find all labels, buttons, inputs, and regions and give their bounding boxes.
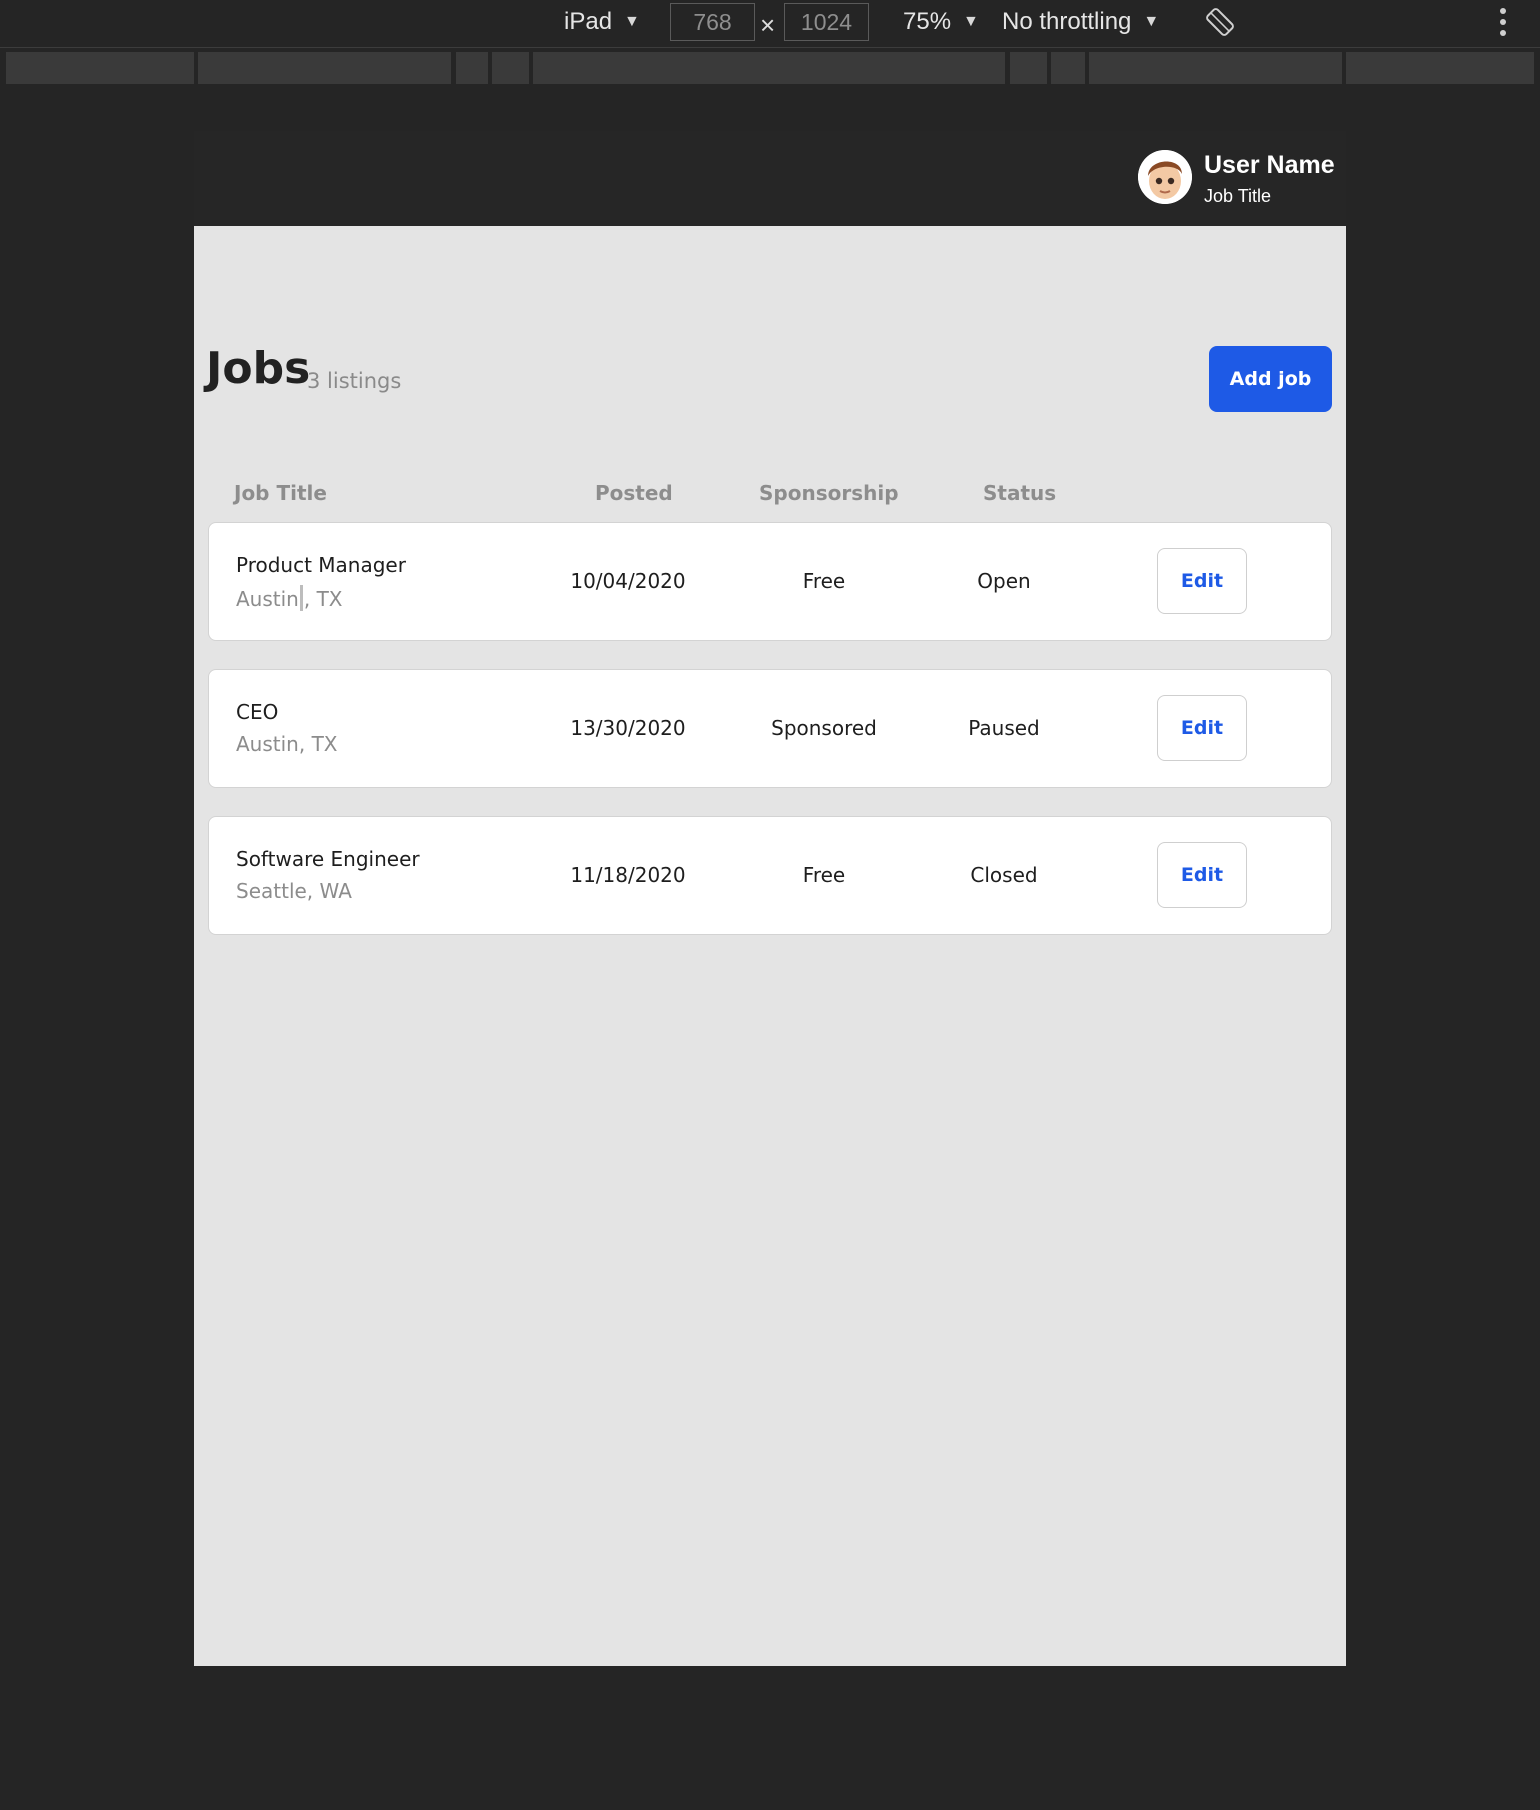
column-header-job-title: Job Title bbox=[234, 481, 327, 505]
devtools-device-toolbar: iPad ▼ 768 × 1024 75% ▼ No throttling ▼ bbox=[0, 0, 1540, 48]
job-title: Software Engineer bbox=[236, 847, 420, 871]
device-viewport: User Name Job Title Jobs 3 listings Add … bbox=[194, 131, 1346, 1666]
column-header-posted: Posted bbox=[595, 481, 673, 505]
job-sponsorship: Free bbox=[802, 863, 846, 887]
zoom-select[interactable]: 75% ▼ bbox=[903, 8, 979, 36]
avatar[interactable] bbox=[1138, 150, 1192, 204]
width-input[interactable]: 768 bbox=[670, 3, 755, 41]
user-job-title: Job Title bbox=[1204, 186, 1272, 206]
media-query-bar bbox=[0, 50, 1540, 86]
times-icon: × bbox=[760, 10, 776, 40]
media-query-segment[interactable] bbox=[1010, 52, 1047, 84]
job-location-state: , TX bbox=[303, 587, 343, 611]
column-header-status: Status bbox=[983, 481, 1057, 505]
job-location: Seattle, WA bbox=[236, 879, 352, 903]
media-query-segment[interactable] bbox=[1089, 52, 1342, 84]
job-title: Product Manager bbox=[236, 553, 406, 577]
column-header-sponsorship: Sponsorship bbox=[759, 481, 899, 505]
throttling-label: No throttling bbox=[1002, 8, 1132, 35]
edit-button[interactable]: Edit bbox=[1157, 548, 1247, 614]
device-caret-icon: ▼ bbox=[624, 13, 640, 30]
table-row: Product Manager Austin, TX 10/04/2020 Fr… bbox=[208, 522, 1332, 641]
job-location: Austin, TX bbox=[236, 732, 338, 756]
media-query-segment[interactable] bbox=[533, 52, 1005, 84]
rotate-icon[interactable] bbox=[1204, 6, 1236, 45]
top-navigation: User Name Job Title bbox=[194, 131, 1346, 226]
media-query-segment[interactable] bbox=[6, 52, 194, 84]
job-posted-date: 10/04/2020 bbox=[570, 569, 686, 593]
zoom-caret-icon: ▼ bbox=[963, 13, 979, 30]
job-sponsorship: Sponsored bbox=[771, 716, 877, 740]
throttling-select[interactable]: No throttling ▼ bbox=[1002, 8, 1159, 36]
avatar-face-icon bbox=[1138, 150, 1192, 204]
edit-button[interactable]: Edit bbox=[1157, 842, 1247, 908]
device-select[interactable]: iPad ▼ bbox=[564, 8, 640, 36]
media-query-segment[interactable] bbox=[1346, 52, 1534, 84]
job-status: Open bbox=[977, 569, 1031, 593]
height-input[interactable]: 1024 bbox=[784, 3, 869, 41]
job-sponsorship: Free bbox=[802, 569, 846, 593]
job-status: Closed bbox=[970, 863, 1038, 887]
page-title: Jobs bbox=[206, 343, 311, 394]
media-query-segment[interactable] bbox=[198, 52, 451, 84]
job-posted-date: 11/18/2020 bbox=[570, 863, 686, 887]
media-query-segment[interactable] bbox=[456, 52, 488, 84]
job-status: Paused bbox=[968, 716, 1040, 740]
add-job-button[interactable]: Add job bbox=[1209, 346, 1332, 412]
text-cursor bbox=[299, 585, 303, 611]
edit-button[interactable]: Edit bbox=[1157, 695, 1247, 761]
listing-count: 3 listings bbox=[307, 369, 402, 393]
throttling-caret-icon: ▼ bbox=[1143, 13, 1160, 30]
job-location-city: Austin bbox=[236, 587, 299, 611]
media-query-segment[interactable] bbox=[1051, 52, 1085, 84]
table-row: CEO Austin, TX 13/30/2020 Sponsored Paus… bbox=[208, 669, 1332, 788]
device-label: iPad bbox=[564, 8, 613, 35]
zoom-label: 75% bbox=[903, 8, 952, 35]
job-location: Austin, TX bbox=[236, 585, 343, 611]
job-title: CEO bbox=[236, 700, 279, 724]
kebab-menu-icon[interactable] bbox=[1500, 8, 1506, 36]
table-row: Software Engineer Seattle, WA 11/18/2020… bbox=[208, 816, 1332, 935]
media-query-segment[interactable] bbox=[492, 52, 529, 84]
user-name: User Name bbox=[1204, 151, 1335, 179]
job-posted-date: 13/30/2020 bbox=[570, 716, 686, 740]
